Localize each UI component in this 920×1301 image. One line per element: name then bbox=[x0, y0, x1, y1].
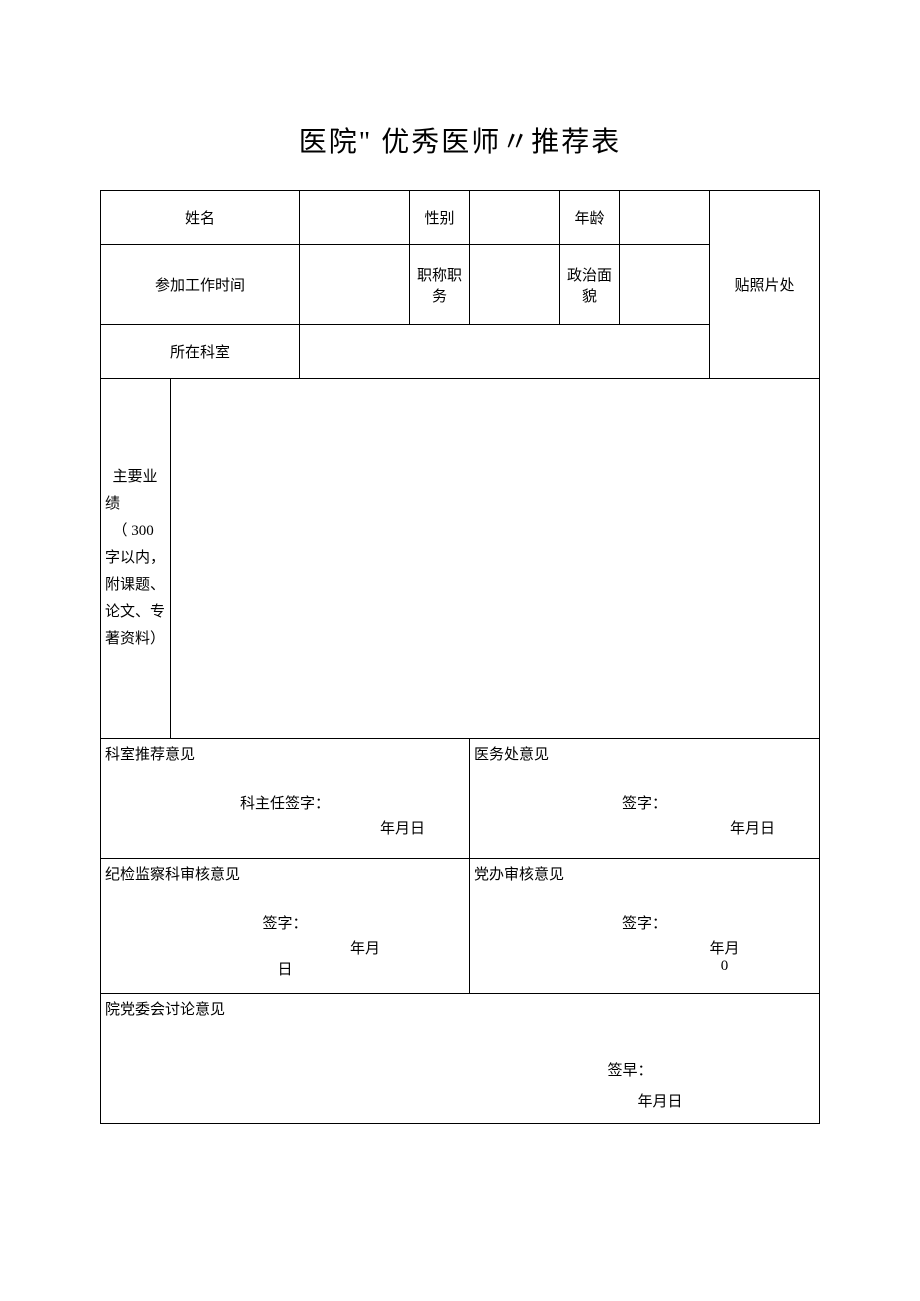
achievement-label-text: 主要业绩 （ 300字以内，附课题、论文、专著资料） bbox=[105, 469, 165, 647]
party-office-title: 党办审核意见 bbox=[474, 863, 815, 884]
discipline-box[interactable]: 纪检监察科审核意见 签字： 年月 日 bbox=[101, 859, 470, 994]
committee-date: 年月日 bbox=[105, 1090, 815, 1111]
work-start-label: 参加工作时间 bbox=[101, 245, 300, 325]
committee-sign: 签早： bbox=[105, 1059, 815, 1080]
gender-value[interactable] bbox=[470, 191, 560, 245]
department-label: 所在科室 bbox=[101, 325, 300, 379]
recommendation-form-table: 姓名 性别 年龄 贴照片处 参加工作时间 职称职务 政治面貌 所在科室 主要业绩… bbox=[100, 190, 820, 1124]
political-label: 政治面貌 bbox=[560, 245, 620, 325]
department-value[interactable] bbox=[300, 325, 710, 379]
party-office-date: 年月 bbox=[474, 937, 815, 958]
discipline-title: 纪检监察科审核意见 bbox=[105, 863, 465, 884]
name-label: 姓名 bbox=[101, 191, 300, 245]
dept-rec-date: 年月日 bbox=[105, 817, 465, 838]
achievement-content[interactable] bbox=[171, 379, 820, 739]
party-office-extra: 0 bbox=[474, 958, 815, 975]
party-office-box[interactable]: 党办审核意见 签字： 年月 0 bbox=[470, 859, 820, 994]
political-value[interactable] bbox=[620, 245, 710, 325]
party-office-sign: 签字： bbox=[474, 912, 815, 933]
med-office-date: 年月日 bbox=[474, 817, 815, 838]
title-position-value[interactable] bbox=[470, 245, 560, 325]
dept-recommendation-box[interactable]: 科室推荐意见 科主任签字： 年月日 bbox=[101, 739, 470, 859]
name-value[interactable] bbox=[300, 191, 410, 245]
discipline-extra: 日 bbox=[105, 958, 465, 979]
achievement-label: 主要业绩 （ 300字以内，附课题、论文、专著资料） bbox=[101, 379, 171, 739]
discipline-date: 年月 bbox=[105, 937, 465, 958]
work-start-value[interactable] bbox=[300, 245, 410, 325]
discipline-sign: 签字： bbox=[105, 912, 465, 933]
form-title: 医院" 优秀医师〃推荐表 bbox=[100, 120, 820, 160]
medical-office-box[interactable]: 医务处意见 签字： 年月日 bbox=[470, 739, 820, 859]
med-office-sign: 签字： bbox=[474, 792, 815, 813]
dept-rec-title: 科室推荐意见 bbox=[105, 743, 465, 764]
committee-title: 院党委会讨论意见 bbox=[105, 998, 815, 1019]
gender-label: 性别 bbox=[410, 191, 470, 245]
title-position-label: 职称职务 bbox=[410, 245, 470, 325]
age-value[interactable] bbox=[620, 191, 710, 245]
photo-area[interactable]: 贴照片处 bbox=[710, 191, 820, 379]
dept-rec-sign: 科主任签字： bbox=[105, 792, 465, 813]
med-office-title: 医务处意见 bbox=[474, 743, 815, 764]
committee-box[interactable]: 院党委会讨论意见 签早： 年月日 bbox=[101, 994, 820, 1124]
age-label: 年龄 bbox=[560, 191, 620, 245]
